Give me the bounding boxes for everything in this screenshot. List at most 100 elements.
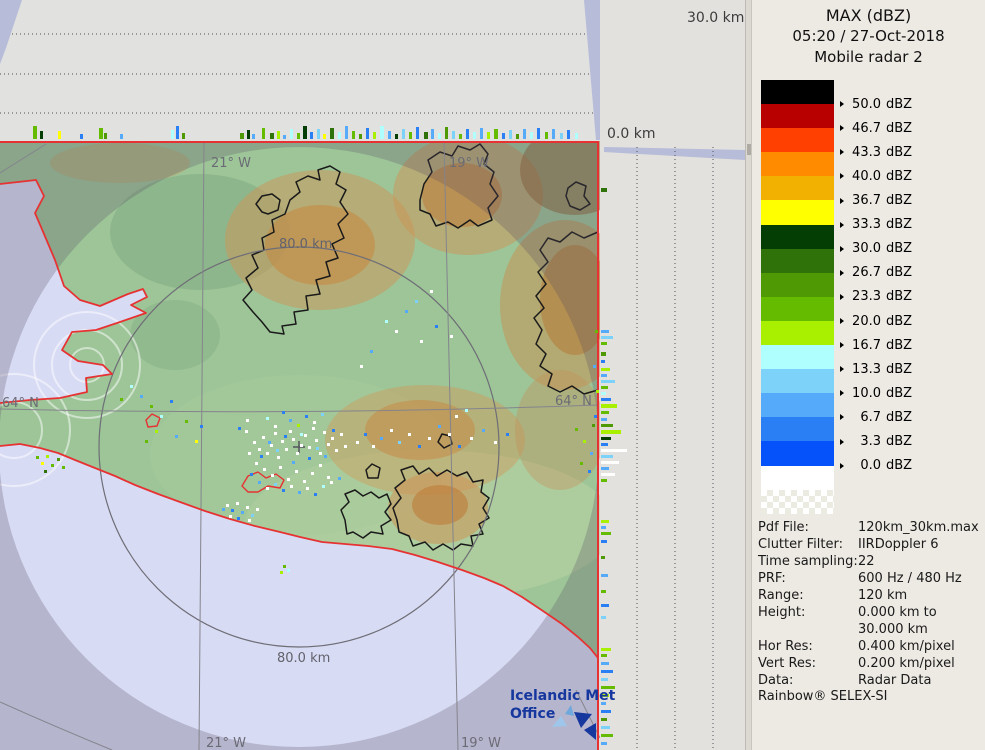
metadata-label: PRF: [758,570,858,587]
legend-tick-arrow-icon [840,463,844,469]
radar-echo [248,519,251,522]
radar-echo [338,132,341,139]
radar-echo [222,508,225,511]
radar-echo [317,129,320,139]
radar-map-view[interactable]: 30.0 km0.0 km 21° W19° W21° W19° W64° N6… [0,0,745,750]
panel-splitter[interactable] [745,0,752,750]
radar-echo [314,493,317,496]
grid-label: 19° W [449,156,489,171]
legend-label: 10.0dBZ [840,385,912,401]
radar-echo [266,452,269,455]
radar-echo [145,440,148,443]
metadata-row: Height:0.000 km to [758,604,984,621]
radar-echo [398,441,401,444]
legend-tick-arrow-icon [840,222,844,228]
metadata-row: Hor Res:0.400 km/pixel [758,638,984,655]
radar-name: Mobile radar 2 [752,47,985,68]
radar-echo [312,427,315,430]
radar-echo [277,456,280,459]
legend-band [761,225,834,249]
radar-echo [595,330,598,333]
radar-echo [160,415,163,418]
axis-label: 30.0 km [687,10,744,26]
legend-tick-arrow-icon [840,198,844,204]
radar-echo [338,477,341,480]
radar-echo [601,386,608,389]
legend-label: 13.3dBZ [840,361,912,377]
radar-echo [552,129,555,139]
legend-label: 20.0dBZ [840,313,912,329]
legend-label: 30.0dBZ [840,241,912,257]
radar-echo [175,435,178,438]
radar-echo [332,429,335,432]
radar-echo [57,458,60,461]
radar-echo [182,133,185,139]
metadata-label: Data: [758,672,858,689]
legend-tick-arrow-icon [840,342,844,348]
metadata-value: 0.000 km to [858,604,984,621]
radar-echo [450,335,453,338]
radar-echo [305,415,308,418]
radar-echo [445,127,448,139]
radar-echo [494,441,497,444]
radar-echo [266,417,269,420]
radar-echo [593,365,596,368]
radar-echo [364,433,367,436]
axis-label: 0.0 km [607,126,655,142]
radar-echo [466,129,469,139]
legend-band [761,128,834,152]
radar-echo [583,440,586,443]
metadata-label: Pdf File: [758,519,858,536]
radar-echo [246,506,249,509]
radar-echo [405,310,408,313]
legend-band [761,345,834,369]
radar-echo [36,456,39,459]
legend-label: 40.0dBZ [840,168,912,184]
product-header: MAX (dBZ) 05:20 / 27-Oct-2018 Mobile rad… [752,0,985,68]
radar-echo [601,188,607,192]
radar-echo [448,433,451,436]
radar-echo [601,574,608,577]
radar-echo [601,430,621,434]
radar-echo [359,134,362,139]
radar-echo [296,452,299,455]
radar-echo [300,444,303,447]
radar-echo [316,447,319,450]
radar-echo [601,742,607,745]
radar-echo [516,134,519,139]
legend-tick-arrow-icon [840,101,844,107]
radar-echo [601,734,613,737]
radar-echo [592,424,595,427]
radar-echo [575,428,578,431]
radar-echo [303,126,307,139]
metadata-value: Radar Data [858,672,984,689]
grid-label: 64° N [2,396,39,411]
radar-echo [289,430,292,433]
radar-echo [482,429,485,432]
metadata-row: Range:120 km [758,587,984,604]
radar-echo [331,437,334,440]
legend-band [761,393,834,417]
radar-echo [270,444,273,447]
radar-echo [315,439,318,442]
radar-echo [588,470,591,473]
radar-echo [297,133,300,139]
radar-echo [601,662,609,665]
metadata-row: Pdf File:120km_30km.max [758,519,984,536]
radar-echo [360,365,363,368]
radar-echo [238,427,241,430]
metadata-value: 600 Hz / 480 Hz [858,570,984,587]
metadata-value: 30.000 km [858,621,984,638]
radar-echo [494,129,498,139]
legend-tick-arrow-icon [840,270,844,276]
splitter-handle[interactable] [747,144,751,155]
radar-echo [380,126,384,139]
radar-echo [590,452,593,455]
radar-echo [274,425,277,428]
radar-echo [321,413,324,416]
radar-echo [284,435,287,438]
radar-echo [601,352,606,356]
radar-echo [601,360,605,363]
metadata-value: 0.200 km/pixel [858,655,984,672]
grid-label: 19° W [461,736,501,750]
